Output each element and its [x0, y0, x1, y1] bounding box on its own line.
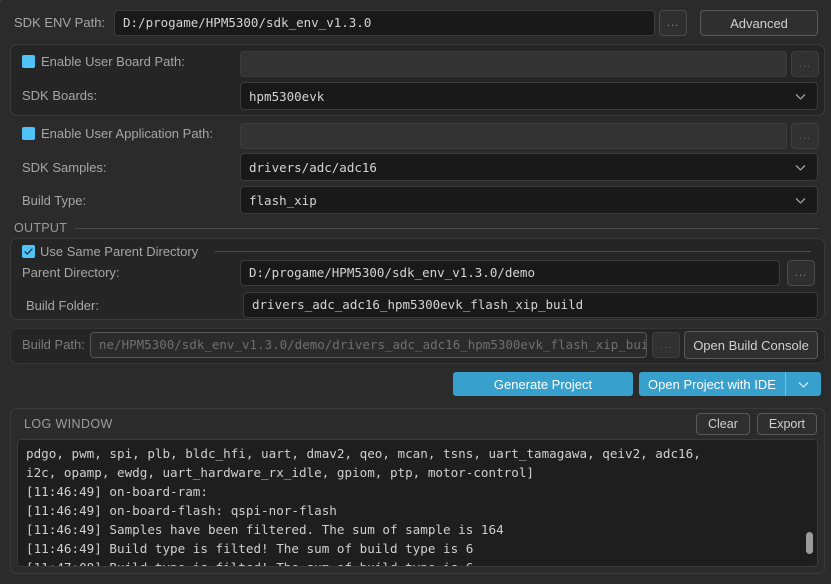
- enable-user-board-path-label: Enable User Board Path:: [41, 54, 185, 69]
- log-window-panel: LOG WINDOW Clear Export pdgo, pwm, spi, …: [10, 408, 825, 574]
- user-board-path-browse-button[interactable]: ...: [791, 51, 819, 77]
- enable-user-application-path-checkbox[interactable]: [22, 127, 35, 140]
- use-same-parent-directory-label: Use Same Parent Directory: [40, 244, 199, 259]
- log-line: [11:47:08] Build type is filted! The sum…: [26, 558, 809, 566]
- parent-directory-input[interactable]: D:/progame/HPM5300/sdk_env_v1.3.0/demo: [240, 260, 780, 286]
- output-group-title: OUTPUT: [14, 221, 67, 235]
- sdk-samples-value: drivers/adc/adc16: [249, 159, 377, 175]
- output-group-rule: [75, 228, 819, 229]
- build-type-select[interactable]: flash_xip: [240, 186, 818, 214]
- log-output-area[interactable]: pdgo, pwm, spi, plb, bldc_hfi, uart, dma…: [17, 439, 818, 567]
- open-build-console-button[interactable]: Open Build Console: [684, 331, 818, 359]
- sdk-env-path-input[interactable]: D:/progame/HPM5300/sdk_env_v1.3.0: [114, 10, 655, 36]
- output-group-title-text: OUTPUT: [14, 221, 68, 235]
- parent-directory-label: Parent Directory:: [22, 265, 120, 280]
- log-line: i2c, opamp, ewdg, uart_hardware_rx_idle,…: [26, 465, 534, 480]
- build-path-input[interactable]: ne/HPM5300/sdk_env_v1.3.0/demo/drivers_a…: [90, 332, 647, 358]
- log-line: [11:46:49] Samples have been filtered. T…: [26, 522, 504, 537]
- sdk-boards-select[interactable]: hpm5300evk: [240, 82, 818, 110]
- user-application-path-input[interactable]: [240, 123, 787, 149]
- build-folder-label: Build Folder:: [26, 298, 99, 313]
- generate-project-button[interactable]: Generate Project: [453, 372, 633, 396]
- log-scrollbar-thumb[interactable]: [806, 532, 813, 554]
- sdk-env-browse-button[interactable]: ...: [659, 10, 687, 36]
- log-lines: pdgo, pwm, spi, plb, bldc_hfi, uart, dma…: [26, 444, 809, 566]
- advanced-button[interactable]: Advanced: [700, 10, 818, 36]
- log-line: [11:46:49] Build type is filted! The sum…: [26, 541, 474, 556]
- use-same-parent-directory-rule: [215, 251, 811, 252]
- chevron-down-icon: [794, 161, 807, 174]
- chevron-down-icon: [794, 90, 807, 103]
- build-type-value: flash_xip: [249, 192, 317, 208]
- log-line: [11:46:49] on-board-flash: qspi-nor-flas…: [26, 503, 337, 518]
- open-project-with-ide-dropdown-button[interactable]: [785, 372, 821, 396]
- clear-log-button[interactable]: Clear: [695, 413, 750, 435]
- open-project-with-ide-group: Open Project with IDE: [639, 372, 821, 396]
- build-type-label: Build Type:: [22, 193, 87, 208]
- build-folder-input[interactable]: drivers_adc_adc16_hpm5300evk_flash_xip_b…: [243, 292, 818, 318]
- log-window-title: LOG WINDOW: [24, 417, 113, 431]
- enable-user-application-path-label: Enable User Application Path:: [41, 126, 213, 141]
- sdk-env-configuration-window: SDK ENV Path: D:/progame/HPM5300/sdk_env…: [0, 0, 831, 584]
- sdk-boards-label: SDK Boards:: [22, 88, 98, 103]
- user-board-path-input[interactable]: [240, 51, 787, 77]
- chevron-down-icon: [794, 194, 807, 207]
- sdk-samples-label: SDK Samples:: [22, 160, 107, 175]
- log-line: pdgo, pwm, spi, plb, bldc_hfi, uart, dma…: [26, 446, 701, 461]
- chevron-down-icon: [797, 378, 810, 391]
- export-log-button[interactable]: Export: [756, 413, 817, 435]
- log-window-actions: Clear Export: [695, 413, 817, 435]
- log-window-header: LOG WINDOW Clear Export: [11, 409, 824, 439]
- use-same-parent-directory-checkbox[interactable]: [22, 245, 35, 258]
- build-path-label: Build Path:: [22, 337, 85, 352]
- enable-user-board-path-checkbox[interactable]: [22, 55, 35, 68]
- log-line: [11:46:49] on-board-ram:: [26, 484, 208, 499]
- sdk-samples-select[interactable]: drivers/adc/adc16: [240, 153, 818, 181]
- sdk-boards-value: hpm5300evk: [249, 88, 325, 104]
- build-path-browse-button[interactable]: ...: [652, 332, 680, 358]
- log-scrollbar[interactable]: [805, 444, 814, 562]
- user-application-panel: [0, 0, 2, 2]
- parent-directory-browse-button[interactable]: ...: [787, 260, 815, 286]
- sdk-env-path-label: SDK ENV Path:: [14, 15, 106, 30]
- user-application-path-browse-button[interactable]: ...: [791, 123, 819, 149]
- open-project-with-ide-button[interactable]: Open Project with IDE: [639, 372, 785, 396]
